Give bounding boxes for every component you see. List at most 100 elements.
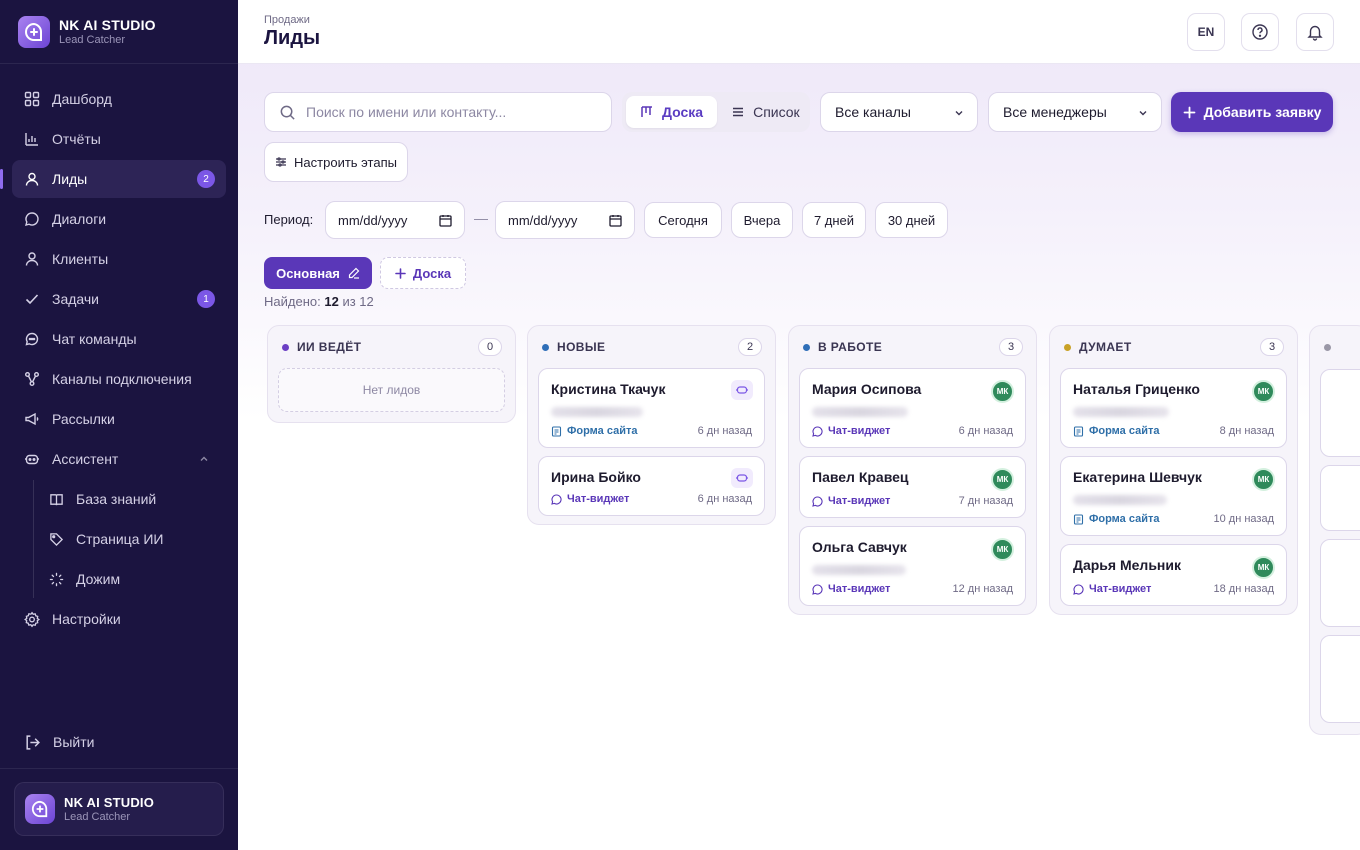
period-30-days-button[interactable]: 30 дней bbox=[875, 202, 948, 238]
calendar-icon[interactable] bbox=[439, 214, 452, 230]
date-to-input[interactable]: mm/dd/yyyy bbox=[495, 201, 635, 239]
lead-source-label: Чат-виджет bbox=[828, 425, 891, 437]
add-board-button[interactable]: Доска bbox=[380, 257, 466, 289]
calendar-icon[interactable] bbox=[609, 214, 622, 230]
sidebar-item-leads[interactable]: Лиды 2 bbox=[0, 160, 226, 198]
results-count: Найдено: 12 из 12 bbox=[264, 294, 374, 309]
ai-bot-icon bbox=[731, 380, 753, 400]
lead-source-label: Чат-виджет bbox=[828, 583, 891, 595]
plus-icon bbox=[1183, 106, 1196, 119]
logo-icon bbox=[18, 15, 50, 48]
lead-contact-blurred bbox=[551, 407, 643, 417]
sidebar-divider bbox=[0, 768, 238, 769]
manager-avatar: МК bbox=[1252, 380, 1275, 403]
lead-name: Павел Кравец bbox=[812, 469, 909, 485]
lead-card[interactable] bbox=[1320, 465, 1360, 531]
sidebar-item-tasks[interactable]: Задачи 1 bbox=[12, 280, 226, 318]
lead-card[interactable]: Наталья Гриценко МК Форма сайта 8 дн наз… bbox=[1060, 368, 1287, 448]
lead-card[interactable] bbox=[1320, 539, 1360, 627]
sidebar-item-team-chat[interactable]: Чат команды bbox=[12, 320, 226, 358]
sidebar-item-label: Рассылки bbox=[52, 411, 115, 427]
board-tab-main[interactable]: Основная bbox=[264, 257, 372, 289]
workspace-card[interactable]: NK AI STUDIO Lead Catcher bbox=[14, 782, 224, 836]
gear-icon bbox=[24, 611, 40, 627]
lead-card[interactable]: Дарья Мельник МК Чат-виджет 18 дн назад bbox=[1060, 544, 1287, 606]
period-7-days-button[interactable]: 7 дней bbox=[802, 202, 866, 238]
sidebar-item-followup[interactable]: Дожим bbox=[34, 560, 226, 598]
lead-card[interactable] bbox=[1320, 635, 1360, 723]
managers-select[interactable]: Все менеджеры bbox=[988, 92, 1162, 132]
lead-age: 6 дн назад bbox=[697, 493, 752, 505]
date-from-value: mm/dd/yyyy bbox=[338, 212, 408, 228]
lead-contact-blurred bbox=[812, 407, 908, 417]
bell-icon bbox=[1307, 25, 1323, 41]
lead-source: Чат-виджет bbox=[551, 493, 629, 505]
column-header: В РАБОТЕ 3 bbox=[789, 326, 1036, 368]
megaphone-icon bbox=[24, 411, 40, 427]
kanban-column-partial bbox=[1309, 325, 1360, 735]
period-yesterday-button[interactable]: Вчера bbox=[731, 202, 793, 238]
configure-stages-button[interactable]: Настроить этапы bbox=[264, 142, 408, 182]
lead-source-label: Форма сайта bbox=[567, 425, 638, 437]
kanban-icon bbox=[640, 105, 654, 119]
column-status-dot bbox=[542, 343, 549, 351]
channels-select-value: Все каналы bbox=[835, 104, 911, 120]
chat-icon bbox=[551, 493, 562, 505]
chat-icon bbox=[812, 583, 823, 595]
view-list-button[interactable]: Список bbox=[717, 96, 814, 128]
date-from-input[interactable]: mm/dd/yyyy bbox=[325, 201, 465, 239]
logout-button[interactable]: Выйти bbox=[12, 722, 226, 762]
page-title: Лиды bbox=[264, 27, 321, 49]
sidebar-item-assistant[interactable]: Ассистент bbox=[12, 440, 226, 478]
search-input[interactable] bbox=[306, 104, 586, 120]
help-button[interactable] bbox=[1241, 13, 1279, 51]
sidebar-item-label: Настройки bbox=[52, 611, 121, 627]
lead-card[interactable]: Мария Осипова МК Чат-виджет 6 дн назад bbox=[799, 368, 1026, 448]
sidebar-item-dashboard[interactable]: Дашборд bbox=[12, 80, 226, 118]
view-board-button[interactable]: Доска bbox=[626, 96, 718, 128]
sidebar-item-knowledge-base[interactable]: База знаний bbox=[34, 480, 226, 518]
ai-bot-icon bbox=[731, 468, 753, 488]
pencil-icon[interactable] bbox=[348, 267, 360, 279]
breadcrumb[interactable]: Продажи bbox=[264, 14, 310, 26]
channels-select[interactable]: Все каналы bbox=[820, 92, 978, 132]
add-lead-button[interactable]: Добавить заявку bbox=[1171, 92, 1333, 132]
logout-icon bbox=[24, 734, 41, 751]
lead-source: Чат-виджет bbox=[812, 583, 890, 595]
sidebar-item-settings[interactable]: Настройки bbox=[12, 600, 226, 638]
sidebar-item-channels[interactable]: Каналы подключения bbox=[12, 360, 226, 398]
lead-card[interactable]: Павел Кравец МК Чат-виджет 7 дн назад bbox=[799, 456, 1026, 518]
help-icon bbox=[1252, 24, 1268, 40]
chevron-up-icon[interactable] bbox=[198, 452, 210, 468]
brand-title: NK AI STUDIO bbox=[59, 17, 156, 33]
notifications-button[interactable] bbox=[1296, 13, 1334, 51]
lead-card[interactable] bbox=[1320, 369, 1360, 457]
lead-source: Форма сайта bbox=[1073, 513, 1160, 525]
sidebar-item-mailings[interactable]: Рассылки bbox=[12, 400, 226, 438]
column-status-dot bbox=[1324, 344, 1331, 351]
sidebar-item-ai-page[interactable]: Страница ИИ bbox=[34, 520, 226, 558]
sidebar-item-label: Отчёты bbox=[52, 131, 101, 147]
search-box[interactable] bbox=[264, 92, 612, 132]
language-button[interactable]: EN bbox=[1187, 13, 1225, 51]
column-title: В РАБОТЕ bbox=[818, 340, 883, 354]
lead-name: Ирина Бойко bbox=[551, 469, 641, 485]
lead-card[interactable]: Екатерина Шевчук МК Форма сайта 10 дн на… bbox=[1060, 456, 1287, 536]
lead-age: 8 дн назад bbox=[1219, 425, 1274, 437]
lead-age: 18 дн назад bbox=[1213, 583, 1275, 595]
search-icon bbox=[280, 105, 295, 120]
form-icon bbox=[551, 425, 562, 437]
sidebar-item-clients[interactable]: Клиенты bbox=[12, 240, 226, 278]
lead-card[interactable]: Ирина Бойко Чат-виджет 6 дн назад bbox=[538, 456, 765, 516]
lead-name: Ольга Савчук bbox=[812, 539, 907, 555]
check-icon bbox=[24, 291, 40, 307]
sidebar-item-reports[interactable]: Отчёты bbox=[12, 120, 226, 158]
sidebar-item-dialogs[interactable]: Диалоги bbox=[12, 200, 226, 238]
period-today-button[interactable]: Сегодня bbox=[644, 202, 722, 238]
lead-card[interactable]: Ольга Савчук МК Чат-виджет 12 дн назад bbox=[799, 526, 1026, 606]
brand[interactable]: NK AI STUDIO Lead Catcher bbox=[0, 0, 238, 64]
lead-card[interactable]: Кристина Ткачук Форма сайта 6 дн назад bbox=[538, 368, 765, 448]
date-to-value: mm/dd/yyyy bbox=[508, 212, 578, 228]
logo-icon bbox=[25, 794, 55, 824]
column-title: ИИ ВЕДЁТ bbox=[297, 340, 362, 354]
